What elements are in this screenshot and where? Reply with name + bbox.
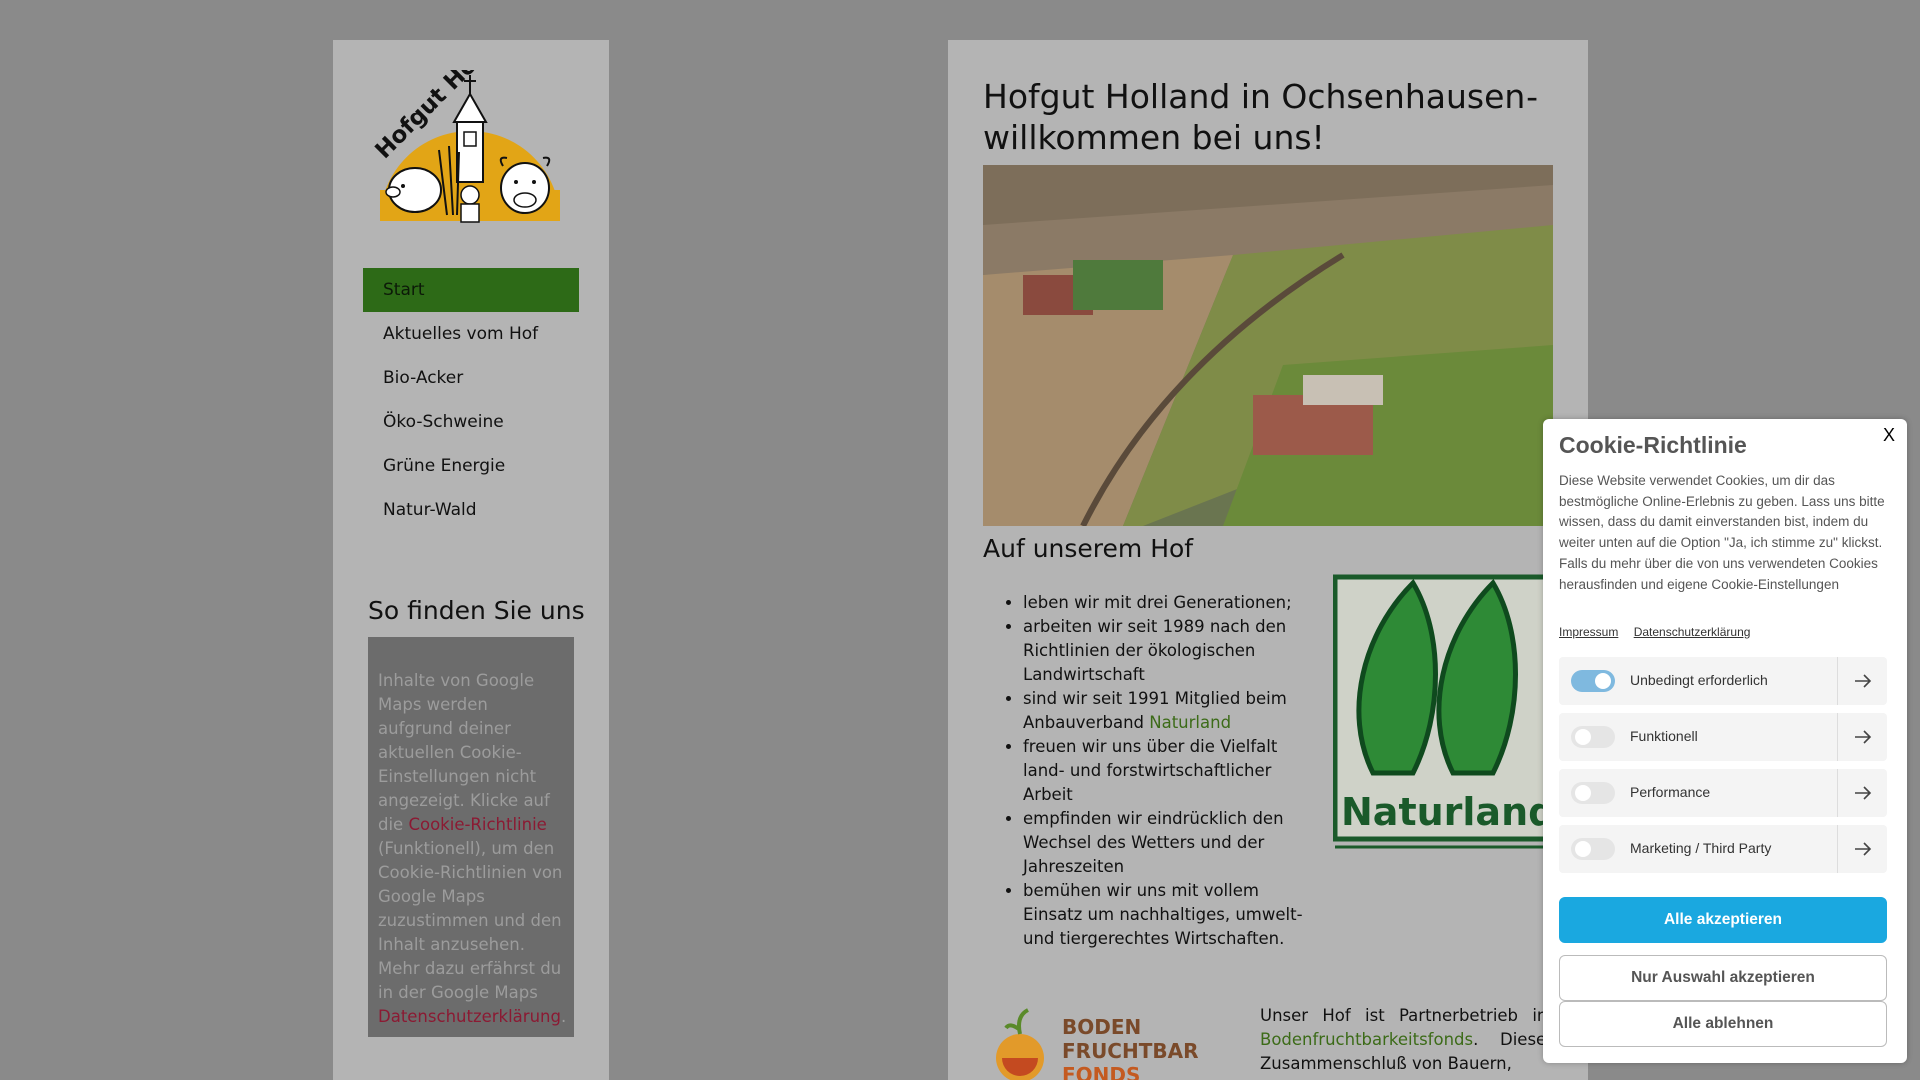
impressum-link[interactable]: Impressum xyxy=(1559,625,1618,639)
list-item: bemühen wir uns mit vollem Einsatz um na… xyxy=(1023,879,1323,951)
map-notice-text-1: Inhalte von Google Maps werden aufgrund … xyxy=(378,671,550,834)
naturland-link[interactable]: Naturland xyxy=(1149,713,1231,732)
cookie-category-necessary: Unbedingt erforderlich xyxy=(1559,657,1887,705)
partner-text: Unser Hof ist Partnerbetrieb im Bodenfru… xyxy=(1260,1006,1553,1073)
nav-item-gruene-energie[interactable]: Grüne Energie xyxy=(363,444,579,488)
section-title: Auf unserem Hof xyxy=(983,534,1194,563)
list-item: leben wir mit drei Generationen; xyxy=(1023,591,1323,615)
arrow-right-icon[interactable] xyxy=(1837,713,1887,761)
main-content: Hofgut Holland in Ochsenhausen willkomme… xyxy=(948,40,1588,1080)
svg-text:FONDS: FONDS xyxy=(1062,1063,1140,1080)
aerial-photo xyxy=(983,165,1553,526)
list-item: empfinden wir eindrücklich den Wechsel d… xyxy=(1023,807,1323,879)
arrow-right-icon[interactable] xyxy=(1837,825,1887,873)
page-title-dash: - xyxy=(1526,77,1538,116)
cookie-title: Cookie-Richtlinie xyxy=(1559,432,1747,458)
category-label: Performance xyxy=(1630,784,1711,800)
arrow-right-icon[interactable] xyxy=(1837,769,1887,817)
arrow-right-icon[interactable] xyxy=(1837,657,1887,705)
list-item: freuen wir uns über die Vielfalt land- u… xyxy=(1023,735,1323,807)
cookie-category-marketing: Marketing / Third Party xyxy=(1559,825,1887,873)
nav-item-start[interactable]: Start xyxy=(363,268,579,312)
nav-item-bio-acker[interactable]: Bio-Acker xyxy=(363,356,579,400)
naturland-logo[interactable]: Naturland xyxy=(1333,573,1553,853)
cookie-category-functional: Funktionell xyxy=(1559,713,1887,761)
category-label: Unbedingt erforderlich xyxy=(1630,672,1768,688)
sidebar: Hofgut Holland Start Aktuelles vom Hof B… xyxy=(333,40,609,1080)
svg-text:FRUCHTBARKEIT: FRUCHTBARKEIT xyxy=(1062,1039,1198,1063)
privacy-policy-link[interactable]: Datenschutzerklärung xyxy=(378,1007,561,1026)
nav-item-natur-wald[interactable]: Natur-Wald xyxy=(363,488,579,532)
svg-text:Naturland: Naturland xyxy=(1341,790,1553,834)
datenschutz-link[interactable]: Datenschutzerklärung xyxy=(1634,625,1751,639)
reject-all-button[interactable]: Alle ablehnen xyxy=(1559,1001,1887,1047)
svg-text:BODEN: BODEN xyxy=(1062,1015,1141,1039)
nav-item-oeko-schweine[interactable]: Öko-Schweine xyxy=(363,400,579,444)
map-notice-text-3: . xyxy=(560,1007,567,1026)
map-notice-text-2: (Funktionell), um den Cookie-Richtlinien… xyxy=(378,839,563,1002)
cookie-category-performance: Performance xyxy=(1559,769,1887,817)
list-item: arbeiten wir seit 1989 nach den Richtlin… xyxy=(1023,615,1323,687)
map-placeholder: Inhalte von Google Maps werden aufgrund … xyxy=(368,637,574,1037)
category-label: Funktionell xyxy=(1630,728,1698,744)
facts-list: leben wir mit drei Generationen; arbeite… xyxy=(1023,591,1323,951)
bodenfruchtbarkeitsfonds-logo[interactable]: BODEN FRUCHTBARKEIT FONDS xyxy=(988,1006,1198,1080)
cookie-dialog: X Cookie-Richtlinie Diese Website verwen… xyxy=(1543,419,1907,1063)
page-title: Hofgut Holland in Ochsenhausen willkomme… xyxy=(983,76,1548,158)
close-icon[interactable]: X xyxy=(1883,425,1895,446)
marketing-toggle[interactable] xyxy=(1571,838,1615,860)
hofgut-holland-logo[interactable]: Hofgut Holland xyxy=(363,70,577,230)
accept-selection-button[interactable]: Nur Auswahl akzeptieren xyxy=(1559,955,1887,1001)
cookie-links: Impressum Datenschutzerklärung xyxy=(1559,625,1762,639)
main-nav: Start Aktuelles vom Hof Bio-Acker Öko-Sc… xyxy=(363,268,579,532)
page-title-text: Hofgut Holland in Ochsenhausen willkomme… xyxy=(983,77,1526,157)
find-us-title: So finden Sie uns xyxy=(368,596,585,625)
cookie-policy-link[interactable]: Cookie-Richtlinie xyxy=(408,815,546,834)
bodenfruchtbarkeitsfonds-link[interactable]: Bodenfruchtbarkeitsfonds xyxy=(1260,1030,1473,1049)
category-label: Marketing / Third Party xyxy=(1630,840,1772,856)
nav-item-aktuelles[interactable]: Aktuelles vom Hof xyxy=(363,312,579,356)
accept-all-button[interactable]: Alle akzeptieren xyxy=(1559,897,1887,943)
functional-toggle[interactable] xyxy=(1571,726,1615,748)
list-item: sind wir seit 1991 Mitglied beim Anbauve… xyxy=(1023,687,1323,735)
cookie-text: Diese Website verwendet Cookies, um dir … xyxy=(1559,473,1885,599)
necessary-toggle[interactable] xyxy=(1571,670,1615,692)
performance-toggle[interactable] xyxy=(1571,782,1615,804)
